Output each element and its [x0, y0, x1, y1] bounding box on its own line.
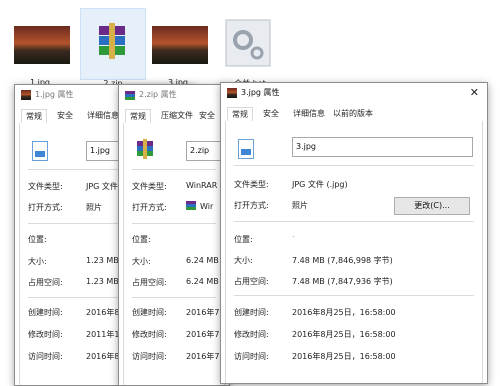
- tab-archive[interactable]: 压缩文件: [157, 109, 197, 122]
- label-size-on-disk: 占用空间:: [132, 278, 167, 287]
- change-button[interactable]: 更改(C)...: [394, 197, 470, 215]
- divider: [234, 295, 474, 296]
- dialog-title: 3.jpg 属性: [241, 88, 280, 97]
- value-created: 2016年8月25日，16:58:00: [292, 308, 396, 317]
- value-open-with: 照片: [86, 203, 102, 212]
- winrar-icon: [186, 201, 196, 210]
- tab-strip: 常规 压缩文件 安全: [123, 109, 225, 125]
- file-merge-bat[interactable]: 合并.bat: [218, 8, 282, 88]
- divider: [234, 221, 474, 222]
- image-thumbnail: [14, 26, 70, 64]
- winrar-archive-icon: [137, 139, 153, 159]
- label-created: 创建时间:: [28, 308, 63, 317]
- value-accessed: 2016年7: [186, 352, 220, 361]
- label-open-with: 打开方式:: [132, 203, 167, 212]
- label-open-with: 打开方式:: [234, 201, 269, 210]
- value-type: JPG 文件 (.jpg): [292, 180, 348, 189]
- label-accessed: 访问时间:: [28, 352, 63, 361]
- divider: [132, 297, 216, 298]
- value-accessed: 2016年8: [86, 352, 120, 361]
- label-accessed: 访问时间:: [234, 352, 269, 361]
- properties-dialog-2zip: 2.zip 属性 常规 压缩文件 安全 2.zip 文件类型: WinRAR 打…: [118, 84, 230, 386]
- label-size: 大小:: [234, 256, 253, 265]
- tab-details[interactable]: 详细信息: [83, 109, 123, 122]
- tab-panel: 3.jpg 文件类型: JPG 文件 (.jpg) 打开方式: 照片 更改(C)…: [225, 121, 483, 383]
- label-type: 文件类型:: [234, 180, 269, 189]
- label-type: 文件类型:: [132, 182, 167, 191]
- value-size-on-disk: 6.24 MB: [186, 277, 219, 286]
- value-type: JPG 文件: [86, 182, 118, 191]
- file-1jpg[interactable]: 1.jpg: [8, 8, 72, 87]
- filename-field[interactable]: 3.jpg: [292, 137, 473, 157]
- tab-security[interactable]: 安全: [259, 107, 283, 120]
- value-created: 2016年8: [86, 308, 120, 317]
- value-size-on-disk: 7.48 MB (7,847,936 字节): [292, 277, 393, 286]
- tab-security[interactable]: 安全: [195, 109, 219, 122]
- winrar-icon: [125, 91, 135, 100]
- image-file-icon: [32, 141, 48, 161]
- divider: [234, 165, 474, 166]
- label-size-on-disk: 占用空间:: [234, 277, 269, 286]
- image-file-icon: [238, 139, 254, 159]
- value-size: 6.24 MB: [186, 256, 219, 265]
- value-size: 7.48 MB (7,846,998 字节): [292, 256, 393, 265]
- value-accessed: 2016年8月25日，16:58:00: [292, 352, 396, 361]
- tab-previous-versions[interactable]: 以前的版本: [329, 107, 377, 120]
- label-modified: 修改时间:: [132, 330, 167, 339]
- label-open-with: 打开方式:: [28, 203, 63, 212]
- label-accessed: 访问时间:: [132, 352, 167, 361]
- value-modified: 2016年7: [186, 330, 220, 339]
- value-type: WinRAR: [186, 181, 218, 190]
- label-created: 创建时间:: [132, 308, 167, 317]
- file-2zip[interactable]: 2.zip: [80, 8, 146, 88]
- label-size: 大小:: [132, 257, 151, 266]
- tab-strip: 常规 安全 详细信息 以前的版本: [225, 107, 483, 123]
- label-location: 位置:: [234, 235, 253, 244]
- label-size: 大小:: [28, 257, 47, 266]
- value-open-with: 照片: [292, 201, 308, 210]
- titlebar[interactable]: 2.zip 属性: [119, 85, 229, 105]
- label-created: 创建时间:: [234, 308, 269, 317]
- value-size: 1.23 MB: [86, 256, 119, 265]
- value-location: .: [292, 230, 295, 239]
- tab-panel: 2.zip 文件类型: WinRAR 打开方式: Wir 位置: 大小: 6.2…: [123, 123, 229, 385]
- label-type: 文件类型:: [28, 182, 63, 191]
- value-size-on-disk: 1.23 MB: [86, 277, 119, 286]
- divider: [132, 169, 216, 170]
- divider: [132, 223, 216, 224]
- value-open-with: Wir: [200, 202, 214, 211]
- label-modified: 修改时间:: [28, 330, 63, 339]
- file-3jpg[interactable]: 3.jpg: [146, 8, 210, 87]
- label-modified: 修改时间:: [234, 330, 269, 339]
- close-icon[interactable]: ✕: [470, 86, 479, 99]
- label-size-on-disk: 占用空间:: [28, 278, 63, 287]
- image-icon: [21, 90, 31, 100]
- winrar-archive-icon: [99, 23, 125, 59]
- label-location: 位置:: [28, 235, 47, 244]
- properties-dialog-3jpg: 3.jpg 属性 ✕ 常规 安全 详细信息 以前的版本 3.jpg 文件类型: …: [220, 82, 488, 384]
- titlebar[interactable]: 3.jpg 属性 ✕: [221, 83, 487, 103]
- label-location: 位置:: [132, 235, 151, 244]
- value-modified: 2016年8月25日，16:58:00: [292, 330, 396, 339]
- dialog-title: 1.jpg 属性: [35, 90, 74, 99]
- image-icon: [227, 88, 237, 98]
- image-thumbnail: [152, 26, 208, 64]
- gear-batch-icon: [225, 19, 271, 67]
- value-created: 2016年7: [186, 308, 220, 317]
- tab-security[interactable]: 安全: [53, 109, 77, 122]
- dialog-title: 2.zip 属性: [139, 90, 177, 99]
- tab-details[interactable]: 详细信息: [289, 107, 329, 120]
